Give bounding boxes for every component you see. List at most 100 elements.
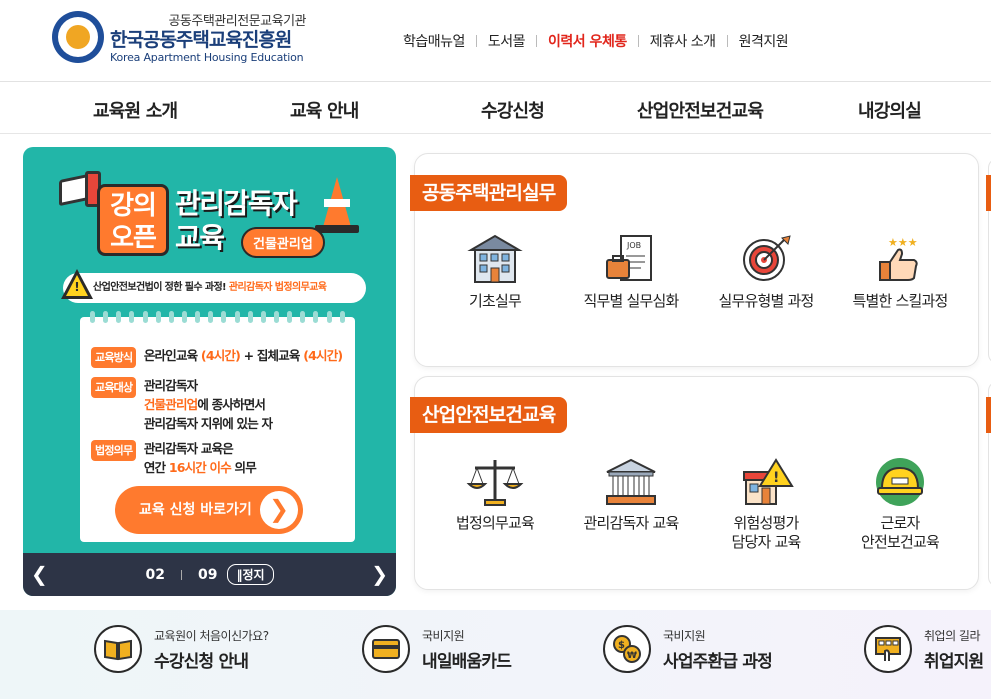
logo-title: 한국공동주택교육진흥원 xyxy=(110,29,292,51)
course-practical-type[interactable]: 실무유형별 과정 xyxy=(696,234,836,311)
notepad-rings xyxy=(80,311,355,325)
course-label: 실무유형별 과정 xyxy=(718,292,815,310)
apply-button-label: 교육 신청 바로가기 xyxy=(139,502,252,518)
info-highlight: 건물관리업 xyxy=(143,397,198,412)
course-risk-assessment[interactable]: ! 위험성평가 담당자 교육 xyxy=(696,456,836,552)
svg-text:₩: ₩ xyxy=(627,651,637,661)
logo-text: 공동주택관리전문교육기관 한국공동주택교육진흥원 Korea Apartment… xyxy=(110,10,307,64)
info-text: 온라인교육 xyxy=(143,348,198,363)
course-label: 직무별 실무심화 xyxy=(583,292,680,310)
divider xyxy=(475,35,477,47)
info-label: 교육대상 xyxy=(91,377,137,398)
info-label: 교육방식 xyxy=(91,347,137,368)
util-link-bookmall[interactable]: 도서몰 xyxy=(488,31,526,51)
info-row-legal: 법정의무 관리감독자 교육은 연간 16시간 이수 의무 xyxy=(91,439,257,477)
warning-mark: ! xyxy=(74,280,80,294)
nav-education-guide[interactable]: 교육 안내 xyxy=(290,97,359,123)
scales-icon xyxy=(465,456,525,508)
alert-prefix: 산업안전보건법이 정한 필수 과정! xyxy=(93,282,227,293)
util-link-manual[interactable]: 학습매뉴얼 xyxy=(403,31,465,51)
info-label: 법정의무 xyxy=(91,440,137,461)
util-link-remote-support[interactable]: 원격지원 xyxy=(739,31,789,51)
utility-links: 학습매뉴얼 도서몰 이력서 우체통 제휴사 소개 원격지원 xyxy=(403,31,789,51)
logo-emblem-icon xyxy=(52,11,104,63)
tag-line1: 강의 xyxy=(110,191,157,221)
quick-links-bar: 교육원이 처음이신가요? 수강신청 안내 국비지원 내일배움카드 $ ₩ 국비지원… xyxy=(0,610,991,699)
nav-my-classroom[interactable]: 내강의실 xyxy=(858,97,922,123)
quick-link-employer-refund[interactable]: $ ₩ 국비지원 사업주환급 과정 xyxy=(603,625,773,673)
info-text: 관리감독자 교육은 xyxy=(143,441,234,456)
main-navigation: 교육원 소개 교육 안내 수강신청 산업안전보건교육 내강의실 xyxy=(0,83,991,134)
info-text: + 집체교육 xyxy=(243,348,301,363)
tag-line2: 오픈 xyxy=(110,223,157,253)
course-special-skill[interactable]: ★★★ 특별한 스킬과정 xyxy=(830,234,970,311)
nav-registration[interactable]: 수강신청 xyxy=(481,97,545,123)
quick-link-job-support[interactable]: 취업의 길라 취업지원 xyxy=(864,625,984,673)
course-label: 근로자 안전보건교육 xyxy=(830,514,970,552)
svg-text:$: $ xyxy=(618,640,625,651)
info-highlight: (4시간) xyxy=(200,348,241,363)
quick-link-title: 내일배움카드 xyxy=(422,651,512,672)
course-label-line2: 안전보건교육 xyxy=(860,533,940,551)
card-icon xyxy=(362,625,410,673)
cone-stripe xyxy=(324,199,350,207)
target-icon xyxy=(736,234,796,286)
quick-link-title: 수강신청 안내 xyxy=(154,651,249,672)
svg-text:★★★: ★★★ xyxy=(888,236,918,249)
divider xyxy=(536,35,538,47)
card-title-apartment: 공동주택관리실무 xyxy=(410,175,568,211)
banner-title-line2: 교육 xyxy=(175,221,225,254)
info-row-method: 교육방식 온라인교육 (4시간) + 집체교육 (4시간) xyxy=(91,346,343,368)
banner-pager: ❮ 02 09 ‖정지 ❯ xyxy=(23,553,396,596)
course-supervisor[interactable]: 관리감독자 교육 xyxy=(561,456,701,533)
alert-bar: 산업안전보건법이 정한 필수 과정! 관리감독자 법정의무교육 xyxy=(63,273,366,303)
util-link-partners[interactable]: 제휴사 소개 xyxy=(650,31,716,51)
quick-link-caption: 취업의 길라 xyxy=(924,628,981,643)
prev-slide-button[interactable]: ❮ xyxy=(31,562,48,586)
course-worker-safety[interactable]: 근로자 안전보건교육 xyxy=(830,456,970,552)
warning-shop-icon: ! xyxy=(736,456,796,508)
course-label-line1: 근로자 xyxy=(880,514,920,532)
course-basic[interactable]: 기초실무 xyxy=(425,234,565,311)
pager-current: 02 xyxy=(145,566,165,583)
course-label-line2: 담당자 교육 xyxy=(731,533,802,551)
quick-link-registration-guide[interactable]: 교육원이 처음이신가요? 수강신청 안내 xyxy=(94,625,269,673)
arrow-right-icon: ❯ xyxy=(260,491,298,529)
nav-safety-education[interactable]: 산업안전보건교육 xyxy=(637,97,764,123)
course-label: 관리감독자 교육 xyxy=(583,514,680,532)
site-logo[interactable]: 공동주택관리전문교육기관 한국공동주택교육진흥원 Korea Apartment… xyxy=(52,10,307,64)
cone-base xyxy=(315,225,359,233)
next-card-tab-peek xyxy=(986,175,991,211)
divider xyxy=(637,35,639,47)
apply-course-button[interactable]: 교육 신청 바로가기 ❯ xyxy=(115,486,303,534)
pager-total: 09 xyxy=(197,566,218,583)
top-header: 공동주택관리전문교육기관 한국공동주택교육진흥원 Korea Apartment… xyxy=(0,0,991,82)
job-document-icon: JOB xyxy=(601,234,661,286)
next-slide-button[interactable]: ❯ xyxy=(371,562,388,586)
info-highlight: 16시간 이수 xyxy=(168,460,232,475)
logo-subtitle: 공동주택관리전문교육기관 xyxy=(168,14,306,29)
course-label: 법정의무교육 xyxy=(455,514,535,532)
pause-slide-button[interactable]: ‖정지 xyxy=(227,564,274,585)
alert-highlight: 관리감독자 법정의무교육 xyxy=(228,282,327,293)
open-book-icon xyxy=(94,625,142,673)
quick-link-learning-card[interactable]: 국비지원 내일배움카드 xyxy=(362,625,512,673)
course-label: 특별한 스킬과정 xyxy=(852,292,949,310)
industry-pill: 건물관리업 xyxy=(241,227,325,258)
quick-link-title: 취업지원 xyxy=(924,651,984,672)
hard-hat-icon xyxy=(870,456,930,508)
quick-link-caption: 국비지원 xyxy=(422,628,465,643)
apartment-building-icon xyxy=(465,234,525,286)
calculator-hand-icon xyxy=(864,625,912,673)
thumbs-up-stars-icon: ★★★ xyxy=(870,234,930,286)
promo-banner[interactable]: 강의 오픈 관리감독자 교육 건물관리업 산업안전보건법이 정한 필수 과정! … xyxy=(23,147,396,596)
pager-divider xyxy=(180,569,182,580)
card-title-safety: 산업안전보건교육 xyxy=(410,397,568,433)
course-legal-mandatory[interactable]: 법정의무교육 xyxy=(425,456,565,533)
quick-link-caption: 국비지원 xyxy=(663,628,706,643)
util-link-resume[interactable]: 이력서 우체통 xyxy=(548,31,627,51)
quick-link-caption: 교육원이 처음이신가요? xyxy=(154,628,269,643)
nav-about[interactable]: 교육원 소개 xyxy=(93,97,178,123)
course-job-advanced[interactable]: JOB 직무별 실무심화 xyxy=(561,234,701,311)
divider xyxy=(726,35,728,47)
